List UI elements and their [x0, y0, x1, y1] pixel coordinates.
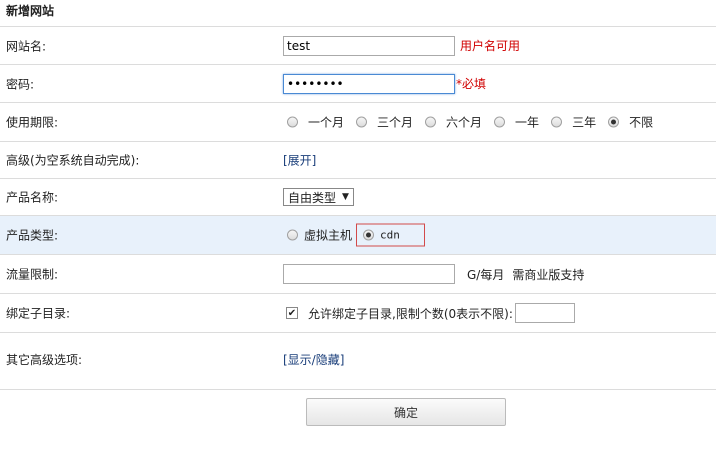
submit-button[interactable]: 确定 — [306, 398, 506, 426]
product-type-label: 产品类型: — [6, 228, 59, 243]
radio-icon[interactable] — [494, 116, 506, 128]
dropdown-arrow-icon: ▼ — [342, 192, 349, 202]
period-option-label: 六个月 — [446, 115, 483, 130]
bind-subdir-text: 允许绑定子目录,限制个数(0表示不限): — [308, 306, 513, 321]
expand-link[interactable]: [展开] — [283, 152, 316, 169]
radio-icon[interactable] — [287, 229, 298, 241]
other-value: [显示/隐藏] — [283, 351, 344, 368]
radio-icon[interactable] — [551, 116, 563, 128]
period-option-label: 一年 — [515, 115, 540, 130]
traffic-label: 流量限制: — [6, 267, 59, 282]
site-name-input[interactable] — [283, 35, 455, 56]
password-hint: *必填 — [456, 77, 487, 91]
advanced-label: 高级(为空系统自动完成): — [6, 153, 140, 168]
product-type-option-label: cdn — [380, 228, 400, 242]
period-option-label: 三年 — [572, 115, 597, 130]
period-option[interactable]: 三年 — [551, 114, 596, 131]
password-input[interactable] — [283, 73, 455, 94]
other-label: 其它高级选项: — [6, 353, 83, 367]
period-option[interactable]: 不限 — [608, 114, 653, 131]
row-traffic: 流量限制: G/每月 需商业版支持 — [0, 255, 716, 294]
row-site-name: 网站名: 用户名可用 — [0, 26, 716, 65]
period-option[interactable]: 六个月 — [425, 114, 482, 131]
radio-selected-icon[interactable] — [363, 229, 375, 241]
radio-icon[interactable] — [425, 116, 437, 128]
checkbox-checked-icon[interactable]: ✔ — [286, 307, 298, 319]
row-advanced: 高级(为空系统自动完成): [展开] — [0, 142, 716, 179]
bind-subdir-count-input[interactable] — [514, 303, 575, 323]
period-option[interactable]: 一年 — [494, 114, 539, 131]
product-name-selected: 自由类型 — [288, 190, 337, 205]
period-options: 一个月 三个月 六个月 一年 三年 不限 — [287, 114, 665, 131]
row-product-name: 产品名称: 自由类型 ▼ — [0, 179, 716, 216]
site-name-hint: 用户名可用 — [460, 39, 521, 53]
password-value: *必填 — [283, 73, 487, 94]
product-type-option[interactable]: 虚拟主机 — [287, 227, 352, 244]
radio-icon[interactable] — [356, 116, 368, 128]
radio-icon[interactable] — [287, 116, 298, 128]
traffic-unit: G/每月 — [467, 267, 505, 282]
row-product-type: 产品类型: 虚拟主机 cdn — [0, 216, 716, 255]
product-name-value: 自由类型 ▼ — [283, 188, 354, 206]
period-option-label: 一个月 — [308, 115, 345, 130]
period-option-label: 三个月 — [377, 115, 414, 130]
product-type-option-label: 虚拟主机 — [304, 228, 353, 243]
product-name-label: 产品名称: — [6, 190, 59, 205]
period-option[interactable]: 一个月 — [287, 114, 344, 131]
advanced-value: [展开] — [283, 152, 316, 169]
site-name-label: 网站名: — [6, 39, 47, 53]
traffic-input[interactable] — [283, 264, 455, 284]
traffic-value: G/每月 需商业版支持 — [283, 264, 584, 284]
bind-subdir-label: 绑定子目录: — [6, 306, 71, 321]
traffic-note: 需商业版支持 — [512, 267, 585, 282]
password-label: 密码: — [6, 77, 35, 91]
row-bind-subdir: 绑定子目录: ✔ 允许绑定子目录,限制个数(0表示不限): — [0, 294, 716, 333]
product-type-options: 虚拟主机 cdn — [287, 223, 425, 247]
radio-selected-icon[interactable] — [608, 116, 620, 128]
page-title: 新增网站 — [6, 4, 55, 18]
row-password: 密码: *必填 — [0, 65, 716, 103]
toggle-link[interactable]: [显示/隐藏] — [283, 351, 344, 368]
period-label: 使用期限: — [6, 115, 59, 130]
product-name-select[interactable]: 自由类型 ▼ — [283, 188, 354, 206]
product-type-option-cdn[interactable]: cdn — [356, 223, 425, 247]
row-other: 其它高级选项: [显示/隐藏] — [0, 333, 716, 390]
period-option[interactable]: 三个月 — [356, 114, 413, 131]
row-period: 使用期限: 一个月 三个月 六个月 一年 三年 不限 — [0, 103, 716, 142]
site-name-value: 用户名可用 — [283, 35, 521, 56]
period-option-label: 不限 — [629, 115, 654, 130]
bind-subdir-value: ✔ 允许绑定子目录,限制个数(0表示不限): — [283, 303, 575, 323]
